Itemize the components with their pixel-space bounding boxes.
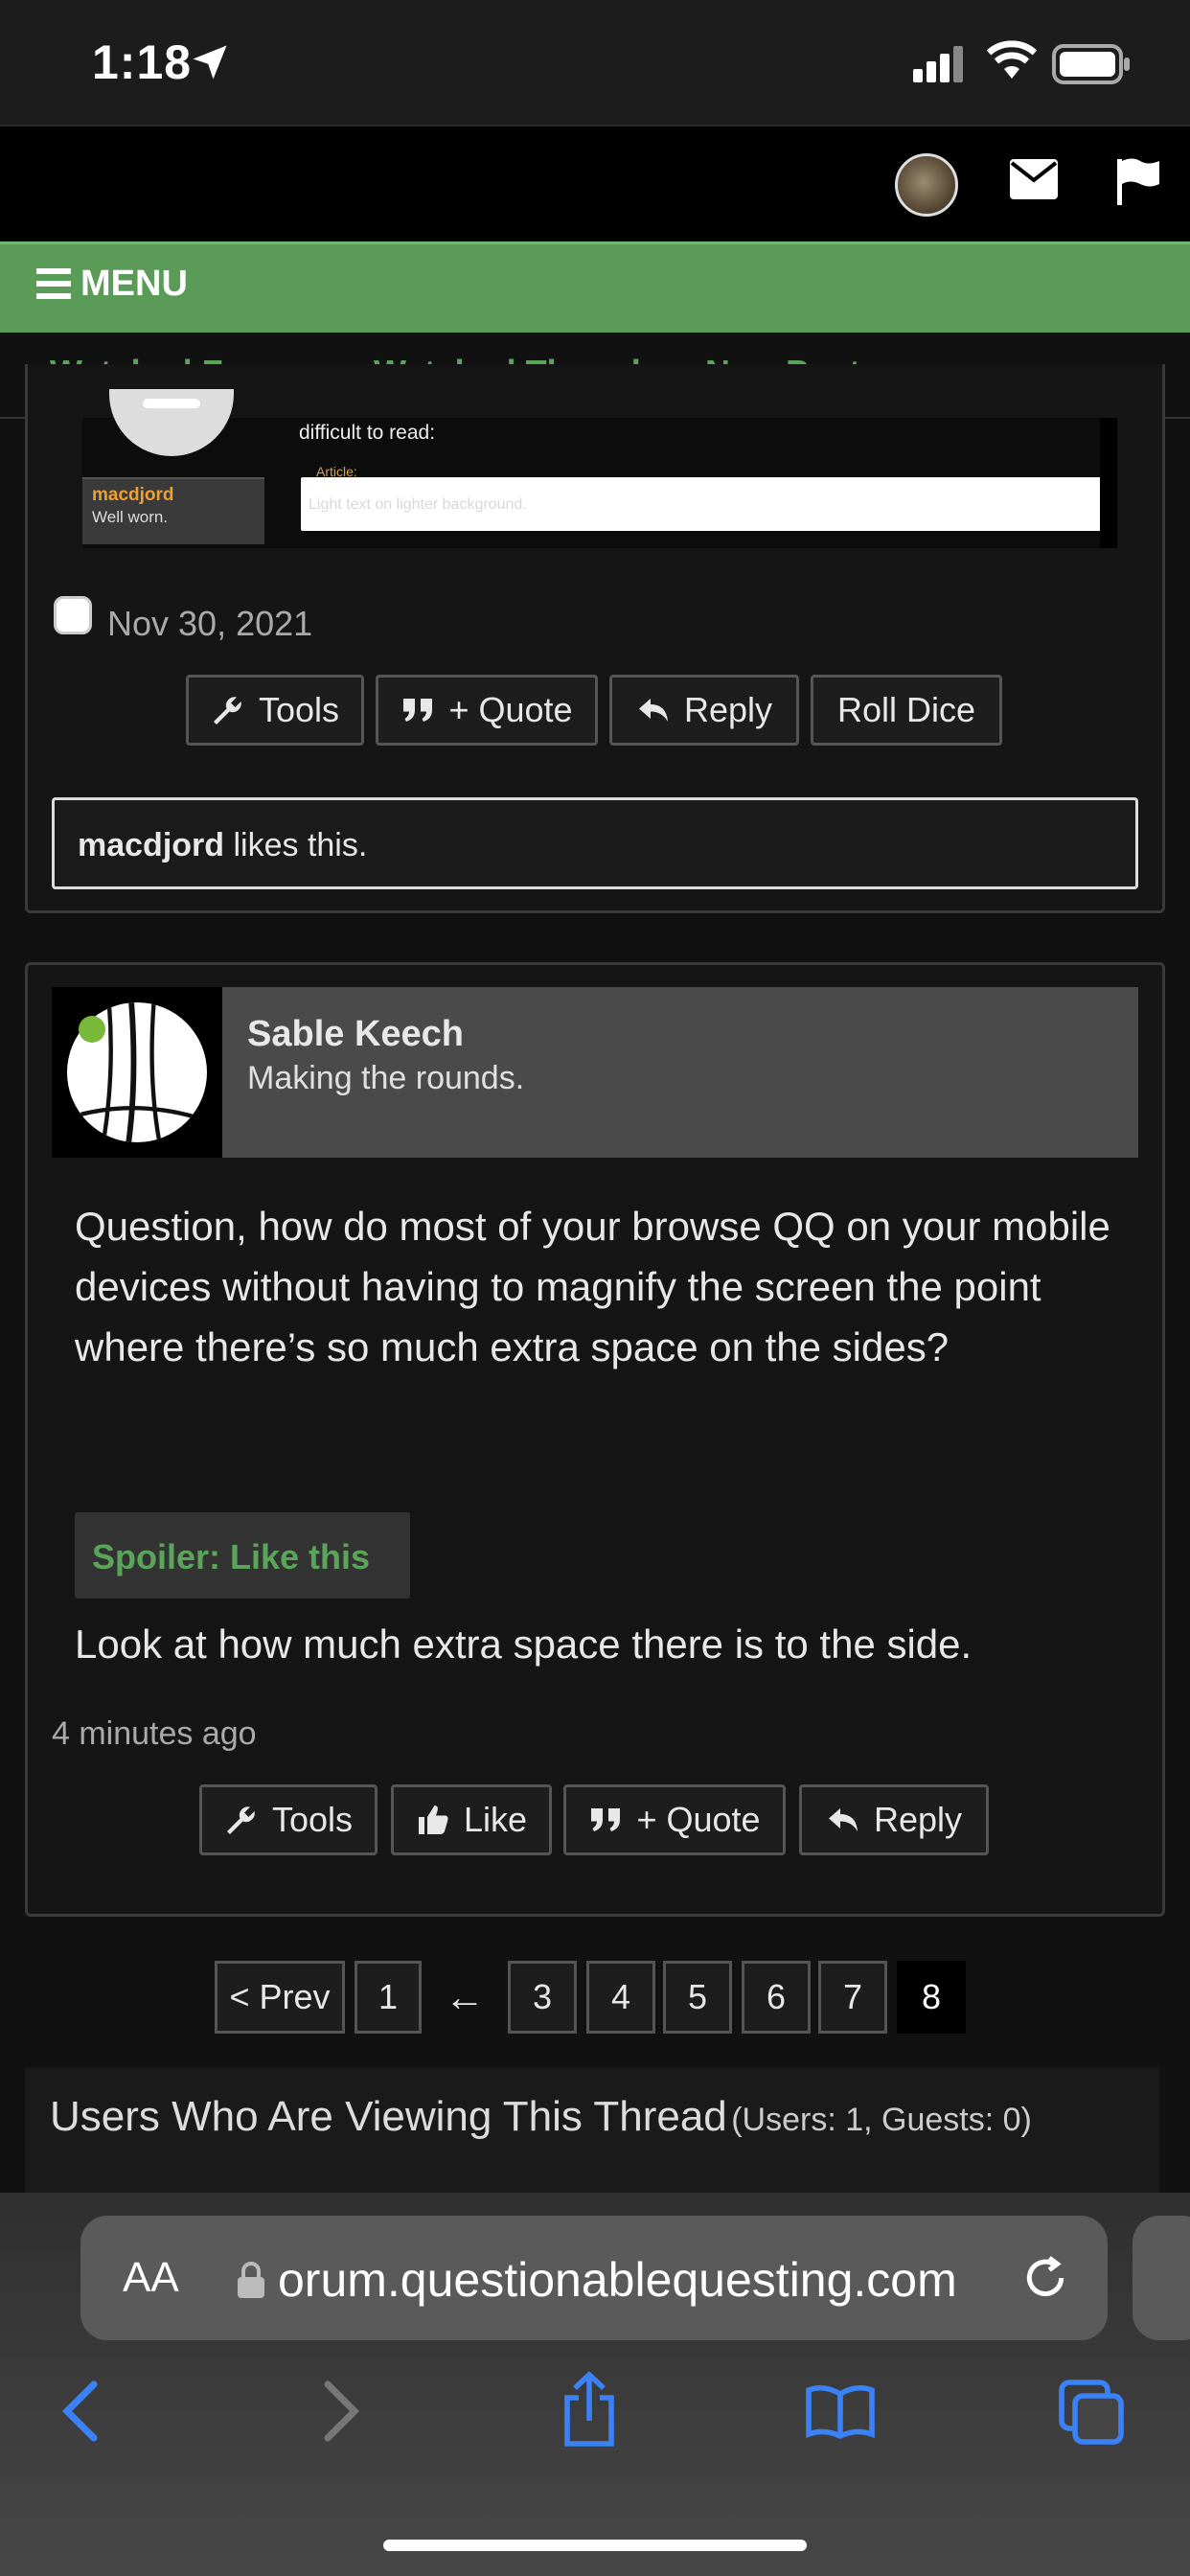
quote-button[interactable]: + Quote (376, 675, 598, 746)
tools-button[interactable]: Tools (199, 1784, 378, 1855)
embedded-text: difficult to read: (299, 422, 436, 444)
tabs-icon[interactable] (1058, 2379, 1125, 2446)
back-icon[interactable] (59, 2380, 102, 2442)
wrench-icon (213, 697, 241, 724)
post-username[interactable]: Sable Keech (247, 1014, 464, 1055)
post-time[interactable]: 4 minutes ago (52, 1715, 257, 1753)
likes-suffix: likes this. (224, 827, 368, 863)
home-indicator (383, 2540, 807, 2551)
share-icon[interactable] (560, 2371, 619, 2448)
location-arrow-icon (193, 45, 227, 80)
page-gap-arrow[interactable]: ← (433, 1961, 496, 2034)
flag-icon[interactable] (1115, 157, 1161, 205)
forward-icon[interactable] (320, 2380, 362, 2442)
reply-icon (828, 1808, 858, 1831)
reply-icon (638, 699, 668, 722)
signal-icon (913, 46, 963, 82)
embedded-avatar (109, 389, 234, 456)
page-6-button[interactable]: 6 (742, 1961, 811, 2034)
quote-icon (591, 1808, 621, 1831)
page-7-button[interactable]: 7 (818, 1961, 887, 2034)
viewers-section: Users Who Are Viewing This Thread (Users… (25, 2068, 1159, 2195)
post-body-after-spoiler: Look at how much extra space there is to… (75, 1622, 973, 1667)
quote-icon (403, 699, 433, 722)
tools-label: Tools (271, 1800, 354, 1839)
roll-dice-label: Roll Dice (836, 690, 976, 729)
tools-button[interactable]: Tools (186, 675, 364, 746)
wrench-icon (226, 1806, 255, 1834)
spoiler-button[interactable]: Spoiler: Like this (75, 1512, 410, 1598)
reply-label: Reply (873, 1800, 963, 1839)
like-button[interactable]: Like (391, 1784, 552, 1855)
like-label: Like (463, 1800, 528, 1839)
viewers-heading: Users Who Are Viewing This Thread (Users… (50, 2093, 1032, 2141)
quote-label: + Quote (448, 690, 573, 729)
next-tab-preview[interactable] (1133, 2216, 1190, 2340)
mail-icon[interactable] (1010, 159, 1058, 199)
embedded-user-title: Well worn. (92, 508, 169, 526)
post-body-text: Question, how do most of your browse QQ … (75, 1204, 1110, 1369)
battery-icon (1052, 44, 1130, 84)
likes-user[interactable]: macdjord (78, 827, 224, 863)
page-5-button[interactable]: 5 (663, 1961, 732, 2034)
embedded-username: macdjord (92, 485, 174, 505)
post-date[interactable]: Nov 30, 2021 (107, 604, 312, 644)
page-1-button[interactable]: 1 (355, 1961, 422, 2034)
viewers-title: Users Who Are Viewing This Thread (50, 2093, 727, 2140)
embedded-screenshot: macdjord Well worn. difficult to read: A… (82, 389, 1117, 548)
online-indicator (79, 1016, 105, 1043)
quote-button[interactable]: + Quote (563, 1784, 786, 1855)
post-select-checkbox[interactable] (54, 596, 92, 634)
prev-page-button[interactable]: < Prev (215, 1961, 345, 2034)
hamburger-icon[interactable] (36, 268, 71, 299)
viewers-counts: (Users: 1, Guests: 0) (731, 2102, 1032, 2138)
reload-icon[interactable] (1021, 2254, 1069, 2302)
page-3-button[interactable]: 3 (508, 1961, 577, 2034)
wifi-icon (987, 40, 1037, 79)
tools-label: Tools (258, 690, 340, 729)
spoiler-label: Spoiler: Like this (92, 1537, 371, 1576)
reply-button[interactable]: Reply (799, 1784, 989, 1855)
embedded-scroll-edge (1100, 418, 1117, 548)
likes-text: macdjord likes this. (78, 827, 367, 864)
roll-dice-button[interactable]: Roll Dice (811, 675, 1002, 746)
reply-button[interactable]: Reply (609, 675, 799, 746)
bookmarks-icon[interactable] (805, 2384, 876, 2440)
likes-bar: macdjord likes this. (52, 797, 1138, 889)
quote-label: + Quote (636, 1800, 761, 1839)
url-text[interactable]: orum.questionablequesting.com (278, 2252, 957, 2308)
reply-label: Reply (683, 690, 773, 729)
post-user-title: Making the rounds. (247, 1060, 525, 1096)
menu-button[interactable]: MENU (80, 264, 188, 305)
reader-aa-button[interactable]: AA (123, 2254, 179, 2302)
embedded-light-text: Light text on lighter background. (309, 496, 527, 513)
user-avatar[interactable] (895, 153, 958, 217)
embedded-light-box: Light text on lighter background. (301, 477, 1102, 531)
current-page: 8 (897, 1961, 966, 2034)
status-time: 1:18 (92, 35, 193, 89)
embedded-user-card: macdjord Well worn. (82, 477, 264, 544)
page-4-button[interactable]: 4 (586, 1961, 655, 2034)
lock-icon (238, 2262, 264, 2298)
thumbs-up-icon (418, 1806, 448, 1834)
